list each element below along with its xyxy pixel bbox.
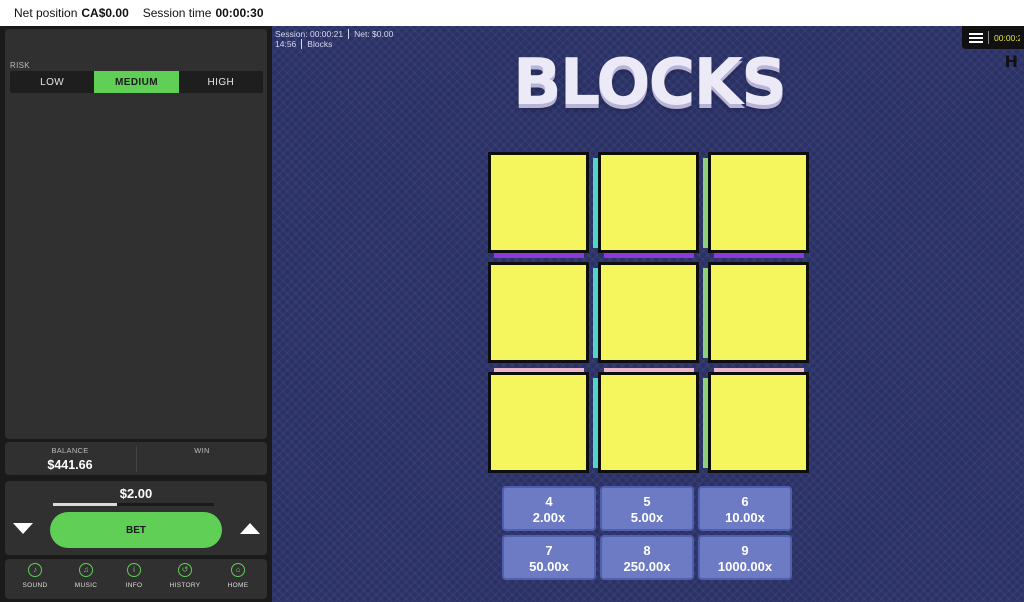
nav-home[interactable]: ⌂ HOME (213, 563, 263, 589)
session-info: Session: 00:00:21 Net: $0.00 14:56 Blocks (275, 29, 393, 49)
menu-icon[interactable] (969, 31, 983, 45)
paytable-multiplier: 2.00x (532, 510, 566, 525)
block-9[interactable] (708, 372, 809, 473)
paytable-count: 7 (545, 543, 553, 558)
win-stat: WIN (137, 446, 267, 458)
nav-history-label: HISTORY (169, 582, 201, 589)
net-value: $0.00 (372, 29, 394, 39)
block-6[interactable] (708, 262, 809, 363)
paytable-cell: 5 5.00x (600, 486, 694, 531)
bet-amount: $2.00 (119, 486, 153, 501)
net-position-label: Net position (14, 6, 78, 20)
net-label: Net: (354, 29, 370, 39)
bet-button[interactable]: BET (50, 512, 222, 548)
game-area: Session: 00:00:21 Net: $0.00 14:56 Blocks … (272, 26, 1024, 602)
block-3[interactable] (708, 152, 809, 253)
paytable-cell: 7 50.00x (502, 535, 596, 580)
session-label: Session: (275, 29, 308, 39)
paytable-multiplier: 1000.00x (717, 559, 773, 574)
paytable-count: 5 (643, 494, 651, 509)
balance-label: BALANCE (51, 446, 89, 455)
paytable-count: 6 (741, 494, 749, 509)
nav-info-label: INFO (125, 582, 143, 589)
game-name: Blocks (307, 39, 333, 49)
risk-option-medium[interactable]: MEDIUM (94, 71, 179, 93)
balance-value: $441.66 (47, 458, 93, 472)
block-edge (494, 253, 584, 258)
nav-home-label: HOME (227, 582, 249, 589)
block-edge (714, 253, 804, 258)
info-icon: i (127, 563, 141, 577)
session-time-label: Session time (142, 6, 212, 20)
bet-slider[interactable] (53, 503, 214, 506)
block-8[interactable] (598, 372, 699, 473)
top-status-bar: Net position CA$0.00 Session time 00:00:… (0, 0, 1024, 26)
nav-info[interactable]: i INFO (109, 563, 159, 589)
nav-history[interactable]: ↺ HISTORY (160, 563, 210, 589)
block-edge (604, 253, 694, 258)
music-icon: ♫ (79, 563, 93, 577)
paytable-count: 9 (741, 543, 749, 558)
paytable-multiplier: 50.00x (529, 559, 569, 574)
nav-music-label: MUSIC (74, 582, 98, 589)
net-position-value: CA$0.00 (81, 6, 129, 20)
increase-bet-button[interactable] (240, 523, 260, 534)
paytable-count: 8 (643, 543, 651, 558)
block-1[interactable] (488, 152, 589, 253)
nav-sound-label: SOUND (22, 582, 48, 589)
nav-music[interactable]: ♫ MUSIC (61, 563, 111, 589)
widget-divider (988, 31, 989, 44)
sound-icon: ♪ (28, 563, 42, 577)
block-2[interactable] (598, 152, 699, 253)
block-5[interactable] (598, 262, 699, 363)
risk-option-low[interactable]: LOW (10, 71, 94, 93)
top-right-widget: 00:00:2 (962, 26, 1024, 49)
session-time-value: 00:00:30 (215, 6, 264, 20)
game-title: BLOCKS (512, 46, 787, 120)
stats-card: BALANCE $441.66 WIN (5, 442, 267, 475)
bet-slider-fill (53, 503, 118, 506)
win-label: WIN (194, 446, 210, 455)
risk-card: RISK LOW MEDIUM HIGH (5, 29, 267, 439)
paytable-cell: 8 250.00x (600, 535, 694, 580)
paytable-multiplier: 10.00x (725, 510, 765, 525)
paytable-cell: 9 1000.00x (698, 535, 792, 580)
paytable-multiplier: 250.00x (623, 559, 671, 574)
paytable-count: 4 (545, 494, 553, 509)
decrease-bet-button[interactable] (13, 523, 33, 534)
clock: 14:56 (275, 39, 297, 49)
block-4[interactable] (488, 262, 589, 363)
paytable-cell: 4 2.00x (502, 486, 596, 531)
left-control-panel: RISK LOW MEDIUM HIGH BALANCE $441.66 WIN… (0, 26, 272, 602)
paytable-cell: 6 10.00x (698, 486, 792, 531)
widget-timer: 00:00:2 (994, 32, 1020, 43)
bottom-nav: ♪ SOUND ♫ MUSIC i INFO ↺ HISTORY ⌂ HOME (5, 559, 267, 599)
risk-option-high[interactable]: HIGH (179, 71, 263, 93)
risk-label: RISK (10, 61, 30, 70)
nav-sound[interactable]: ♪ SOUND (10, 563, 60, 589)
bet-card: $2.00 BET (5, 481, 267, 555)
provider-logo-icon: H (1004, 52, 1018, 71)
balance-stat: BALANCE $441.66 (5, 446, 135, 472)
paytable: 4 2.00x 5 5.00x 6 10.00x 7 50.00x 8 250.… (502, 486, 794, 580)
paytable-multiplier: 5.00x (630, 510, 664, 525)
block-grid (488, 152, 810, 474)
home-icon: ⌂ (231, 563, 245, 577)
block-7[interactable] (488, 372, 589, 473)
history-icon: ↺ (178, 563, 192, 577)
session-value: 00:00:21 (309, 29, 344, 39)
risk-selector: LOW MEDIUM HIGH (10, 71, 263, 93)
